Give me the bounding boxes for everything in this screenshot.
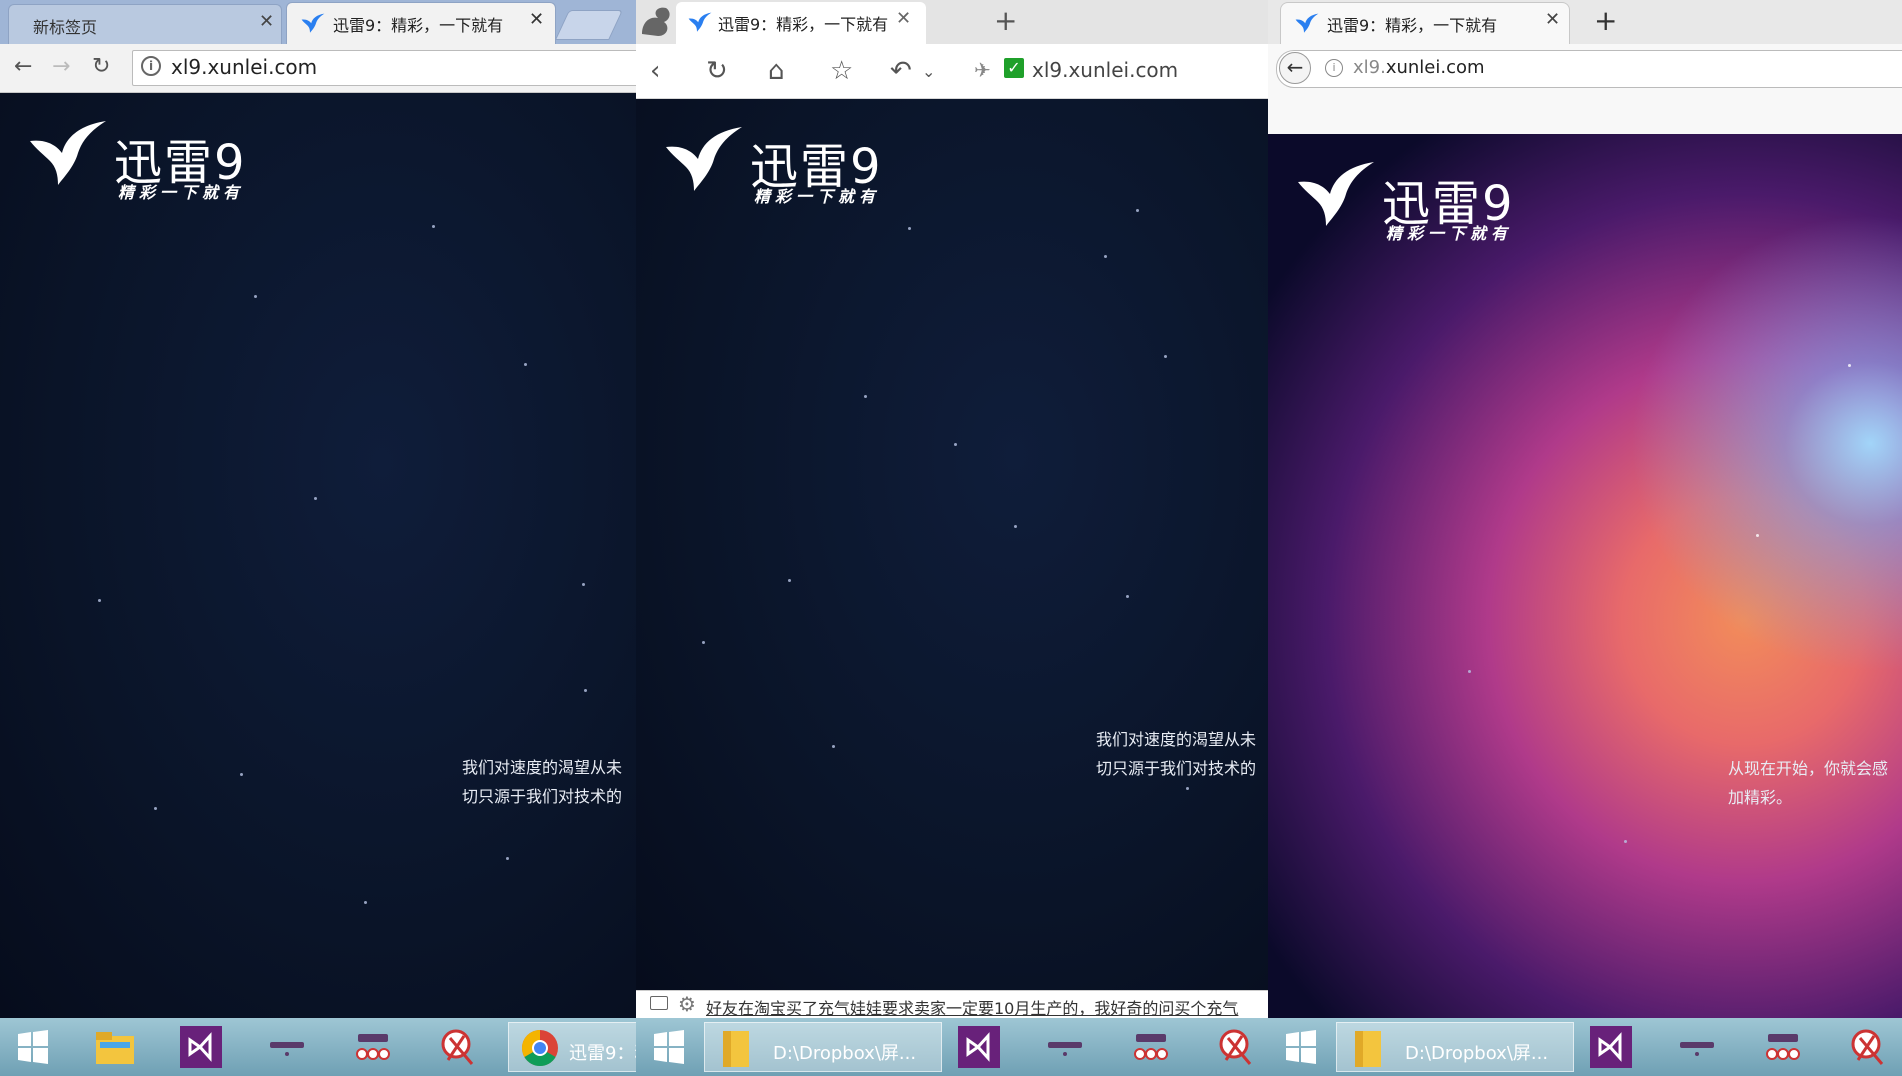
recorder-icon[interactable] <box>1760 1026 1806 1068</box>
xunlei-logo-icon <box>28 119 108 189</box>
new-tab-plus-icon[interactable]: + <box>994 4 1017 37</box>
bookmark-star-icon[interactable]: ☆ <box>830 56 853 86</box>
info-icon[interactable]: i <box>1325 59 1343 77</box>
page-content: 迅雷9 精彩一下就有 从现在开始，你就会感 加精彩。 <box>1268 134 1902 1018</box>
visual-studio-icon[interactable] <box>178 1026 224 1068</box>
intro-text: 我们对速度的渴望从未 切只源于我们对技术的 <box>1096 730 1257 778</box>
secure-check-icon: ✓ <box>1004 58 1024 78</box>
new-tab-button[interactable] <box>555 10 623 40</box>
close-icon[interactable]: ✕ <box>896 8 911 29</box>
toolbar: ‹ ↻ ⌂ ☆ ↶ ⌄ ✈ ✓ xl9.xunlei.com <box>636 44 1268 99</box>
snipping-tool-icon[interactable] <box>1846 1026 1892 1068</box>
tab-strip: 新标签页 ✕ 迅雷9：精彩，一下就有 ✕ <box>0 0 636 44</box>
page-content: 迅雷9 精彩一下就有 我们对速度的渴望从未 切只源于我们对技术的 <box>636 99 1268 990</box>
toolbar: ← → ↻ i xl9.xunlei.com <box>0 44 636 93</box>
reload-icon[interactable]: ↻ <box>706 56 728 86</box>
close-icon[interactable]: ✕ <box>529 9 544 30</box>
tab-xunlei[interactable]: 迅雷9：精彩，一下就有 ✕ <box>1280 2 1570 44</box>
intro-text: 我们对速度的渴望从未 切只源于我们对技术的 <box>462 758 623 806</box>
visual-studio-icon[interactable] <box>956 1026 1002 1068</box>
xunlei-bird-icon <box>688 12 712 33</box>
taskbar-label: D:\Dropbox\屏... <box>773 1043 917 1064</box>
uc-squirrel-icon[interactable] <box>638 4 674 40</box>
url-text: xl9.xunlei.com <box>171 55 318 79</box>
folder-icon <box>1355 1031 1381 1067</box>
gear-icon[interactable]: ⚙ <box>678 992 696 1016</box>
recorder-icon[interactable] <box>1128 1026 1174 1068</box>
undo-icon[interactable]: ↶ <box>890 56 912 86</box>
kinect-icon[interactable] <box>1674 1026 1720 1068</box>
windows-start-icon[interactable] <box>646 1026 692 1068</box>
uc-browser-window: 迅雷9：精彩，一下就有 ✕ + ‹ ↻ ⌂ ☆ ↶ ⌄ ✈ ✓ xl9.xunl… <box>636 0 1268 1076</box>
xunlei-bird-icon <box>1295 13 1319 34</box>
file-explorer-icon[interactable] <box>92 1026 138 1068</box>
kinect-icon[interactable] <box>264 1026 310 1068</box>
new-tab-plus-icon[interactable]: + <box>1594 4 1617 37</box>
back-arrow-icon[interactable]: ← <box>1279 52 1311 84</box>
taskbar-explorer-button[interactable]: D:\Dropbox\屏... <box>704 1022 942 1072</box>
home-icon[interactable]: ⌂ <box>768 56 785 86</box>
snipping-tool-icon[interactable] <box>1214 1026 1260 1068</box>
taskbar-explorer-button[interactable]: D:\Dropbox\屏... <box>1336 1022 1574 1072</box>
back-arrow-icon[interactable]: ← <box>14 54 32 79</box>
window-icon[interactable] <box>650 996 668 1010</box>
rocket-icon[interactable]: ✈ <box>974 58 991 82</box>
reload-icon[interactable]: ↻ <box>92 54 110 79</box>
taskbar: D:\Dropbox\屏... <box>636 1018 1268 1076</box>
taskbar: 迅雷9：精 <box>0 1018 636 1076</box>
intro-text: 从现在开始，你就会感 加精彩。 <box>1728 759 1889 807</box>
xunlei-logo-icon <box>1296 160 1376 230</box>
firefox-window: 迅雷9：精彩，一下就有 ✕ + ← i xl9.xunlei.com 迅雷9 精… <box>1268 0 1902 1076</box>
url-text[interactable]: xl9.xunlei.com <box>1032 58 1178 82</box>
taskbar-chrome-button[interactable]: 迅雷9：精 <box>508 1022 636 1072</box>
chevron-down-icon[interactable]: ⌄ <box>922 62 935 81</box>
news-ticker-bar: ⚙ 好友在淘宝买了充气娃娃要求卖家一定要10月生产的，我好奇的问买个充气 <box>636 990 1268 1019</box>
logo-slogan: 精彩一下就有 <box>754 187 881 206</box>
tab-strip: 迅雷9：精彩，一下就有 ✕ + <box>1268 0 1902 44</box>
tab-xunlei[interactable]: 迅雷9：精彩，一下就有 ✕ <box>676 2 926 44</box>
back-arrow-icon[interactable]: ‹ <box>650 56 660 86</box>
tab-xunlei[interactable]: 迅雷9：精彩，一下就有 ✕ <box>286 2 556 44</box>
info-icon[interactable]: i <box>141 56 161 76</box>
close-icon[interactable]: ✕ <box>259 11 274 32</box>
logo-slogan: 精彩一下就有 <box>1386 224 1513 243</box>
folder-icon <box>723 1031 749 1067</box>
toolbar: ← i xl9.xunlei.com <box>1268 44 1902 134</box>
chrome-window: 新标签页 ✕ 迅雷9：精彩，一下就有 ✕ ← → ↻ i xl9.xunlei.… <box>0 0 636 1076</box>
chrome-icon <box>521 1030 558 1067</box>
snipping-tool-icon[interactable] <box>436 1026 482 1068</box>
xunlei-bird-icon <box>301 13 325 34</box>
tab-new-tab[interactable]: 新标签页 ✕ <box>8 4 282 44</box>
forward-arrow-icon[interactable]: → <box>52 54 70 79</box>
tab-title: 迅雷9：精彩，一下就有 <box>718 15 889 34</box>
windows-start-icon[interactable] <box>1278 1026 1324 1068</box>
page-content: 迅雷9 精彩一下就有 我们对速度的渴望从未 切只源于我们对技术的 <box>0 93 636 1018</box>
tab-strip: 迅雷9：精彩，一下就有 ✕ + <box>636 0 1268 44</box>
taskbar-label: D:\Dropbox\屏... <box>1405 1043 1549 1064</box>
close-icon[interactable]: ✕ <box>1545 9 1560 30</box>
url-text: xl9.xunlei.com <box>1353 57 1485 78</box>
tab-title: 新标签页 <box>33 18 98 37</box>
recorder-icon[interactable] <box>350 1026 396 1068</box>
address-bar[interactable]: ← i xl9.xunlei.com <box>1276 50 1902 88</box>
tab-title: 迅雷9：精彩，一下就有 <box>333 16 504 35</box>
taskbar: D:\Dropbox\屏... <box>1268 1018 1902 1076</box>
tab-title: 迅雷9：精彩，一下就有 <box>1327 16 1498 35</box>
xunlei-logo-icon <box>664 125 744 195</box>
kinect-icon[interactable] <box>1042 1026 1088 1068</box>
windows-start-icon[interactable] <box>10 1026 56 1068</box>
logo-slogan: 精彩一下就有 <box>118 183 245 202</box>
address-bar[interactable]: i xl9.xunlei.com <box>132 50 636 86</box>
news-ticker-text[interactable]: 好友在淘宝买了充气娃娃要求卖家一定要10月生产的，我好奇的问买个充气 <box>706 995 1238 1019</box>
taskbar-label: 迅雷9：精 <box>569 1043 636 1064</box>
visual-studio-icon[interactable] <box>1588 1026 1634 1068</box>
